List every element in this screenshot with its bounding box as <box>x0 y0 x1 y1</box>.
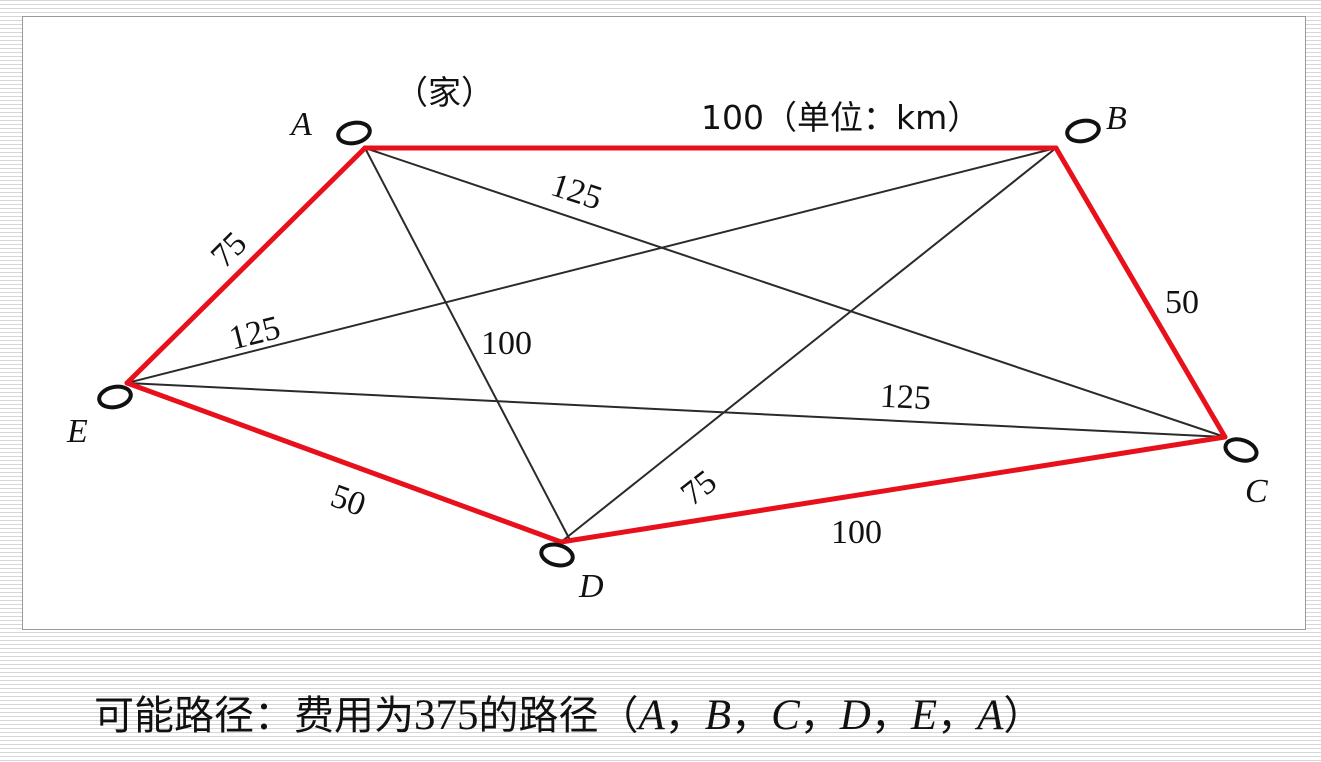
caption-suffix: ） <box>1003 693 1044 739</box>
caption-route-node: B <box>704 692 732 739</box>
edge-C-E <box>126 382 1226 438</box>
caption-separator: ， <box>731 693 772 739</box>
node-label-A: A <box>289 106 312 143</box>
caption-cost: 375 <box>414 692 479 739</box>
edge-label-A-D: 100 <box>481 325 532 362</box>
node-label-D: D <box>578 568 604 605</box>
caption-route-node: A <box>977 692 1004 739</box>
caption-separator: ， <box>870 693 911 739</box>
edge-B-C <box>1053 145 1228 440</box>
caption-separator: ， <box>664 693 705 739</box>
node-D-marker <box>539 542 575 568</box>
home-label: （家） <box>395 73 494 112</box>
caption-route-node: D <box>839 692 871 739</box>
node-label-E: E <box>66 413 88 450</box>
edge-label-B-D: 75 <box>674 463 724 513</box>
node-A-marker <box>336 120 372 146</box>
caption-middle: 的路径（ <box>478 693 639 739</box>
caption-route-node: C <box>771 692 800 739</box>
caption-route-node: A <box>638 692 665 739</box>
caption-route-node: E <box>910 692 938 739</box>
node-C-marker <box>1223 437 1259 463</box>
route-caption: 可能路径：费用为375的路径（A，B，C，D，E，A） <box>94 690 1043 742</box>
diagram-panel: A B C D E （家） 100（单位：km） 125 100 75 50 7… <box>22 16 1306 630</box>
edge-label-A-C: 125 <box>546 167 606 218</box>
node-B-marker <box>1065 118 1101 144</box>
edge-label-B-E: 125 <box>226 309 284 357</box>
caption-separator: ， <box>937 693 978 739</box>
edge-label-D-E: 50 <box>326 478 371 524</box>
caption-separator: ， <box>799 693 840 739</box>
unit-label: 100（单位：km） <box>701 98 980 137</box>
node-label-C: C <box>1245 473 1268 510</box>
edge-label-B-C: 50 <box>1165 284 1199 321</box>
node-label-B: B <box>1106 100 1127 137</box>
edge-label-C-E: 125 <box>879 378 932 418</box>
route-diagram: A B C D E （家） 100（单位：km） 125 100 75 50 7… <box>66 73 1268 605</box>
edge-C-D <box>558 434 1228 545</box>
edge-B-D <box>560 147 1057 543</box>
caption-prefix: 可能路径：费用为 <box>94 693 414 739</box>
node-E-marker <box>97 384 133 410</box>
edge-label-C-D: 100 <box>831 514 882 551</box>
